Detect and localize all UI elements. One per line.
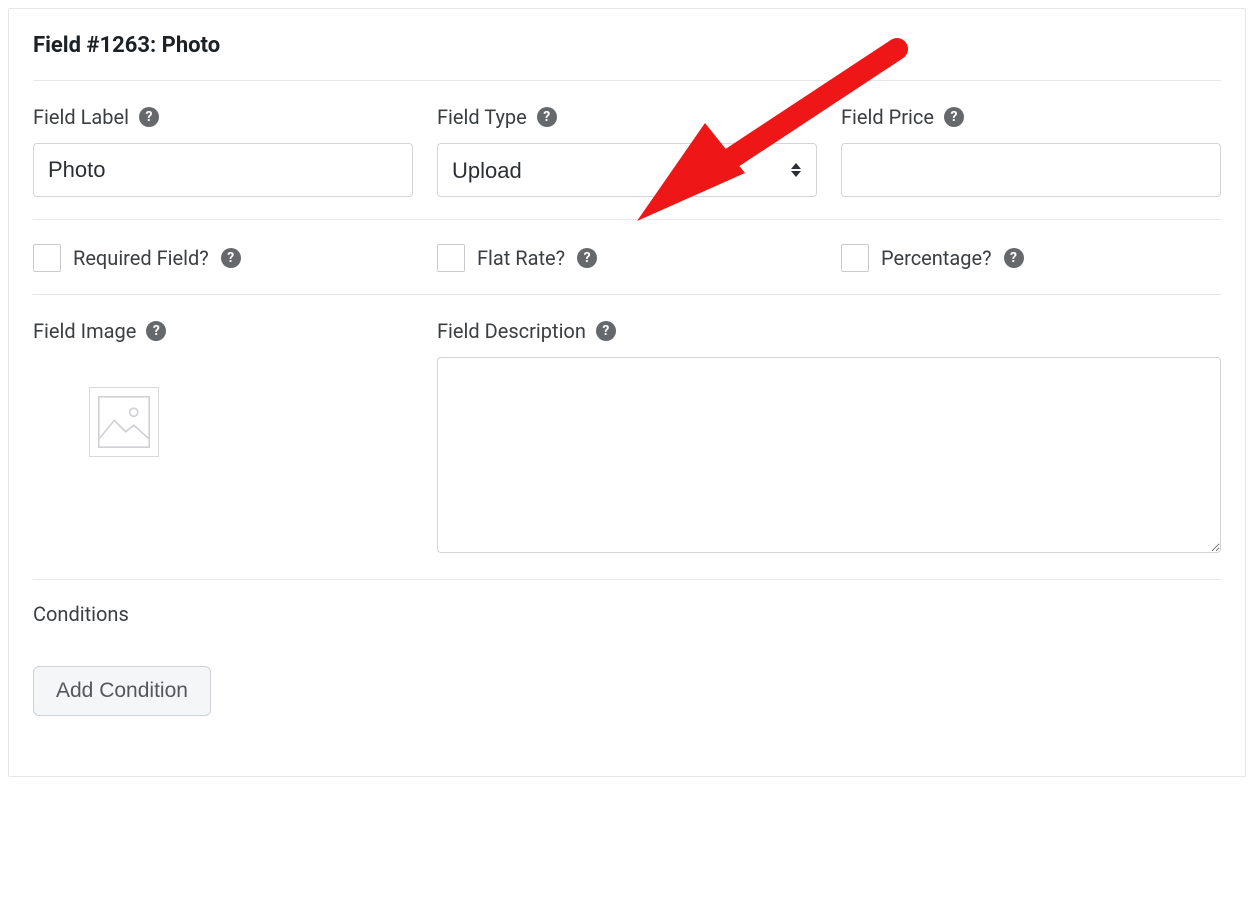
divider: [33, 579, 1221, 580]
help-icon[interactable]: ?: [1004, 248, 1024, 268]
field-image-label: Field Image: [33, 319, 136, 343]
percentage-label: Percentage?: [881, 246, 992, 270]
field-price-input[interactable]: [841, 143, 1221, 197]
field-type-select[interactable]: Upload: [437, 143, 817, 197]
flat-rate-checkbox[interactable]: [437, 244, 465, 272]
panel-title: Field #1263: Photo: [33, 33, 1221, 58]
image-placeholder-icon: [98, 396, 150, 448]
add-condition-button[interactable]: Add Condition: [33, 666, 211, 716]
conditions-heading: Conditions: [33, 602, 1221, 626]
row-main: Field Label ? Field Type ? Upload: [33, 81, 1221, 219]
row-image-desc: Field Image ? Field Description ?: [33, 295, 1221, 579]
field-description-textarea[interactable]: [437, 357, 1221, 553]
help-icon[interactable]: ?: [537, 107, 557, 127]
help-icon[interactable]: ?: [139, 107, 159, 127]
help-icon[interactable]: ?: [944, 107, 964, 127]
percentage-checkbox[interactable]: [841, 244, 869, 272]
field-label-input[interactable]: [33, 143, 413, 197]
help-icon[interactable]: ?: [221, 248, 241, 268]
row-flags: Required Field? ? Flat Rate? ? Percentag…: [33, 220, 1221, 294]
field-description-label: Field Description: [437, 319, 586, 343]
help-icon[interactable]: ?: [596, 321, 616, 341]
help-icon[interactable]: ?: [146, 321, 166, 341]
field-label-label: Field Label: [33, 105, 129, 129]
field-price-label: Field Price: [841, 105, 934, 129]
field-type-label: Field Type: [437, 105, 527, 129]
required-field-label: Required Field?: [73, 246, 209, 270]
required-field-checkbox[interactable]: [33, 244, 61, 272]
image-placeholder[interactable]: [89, 387, 159, 457]
flat-rate-label: Flat Rate?: [477, 246, 565, 270]
help-icon[interactable]: ?: [577, 248, 597, 268]
